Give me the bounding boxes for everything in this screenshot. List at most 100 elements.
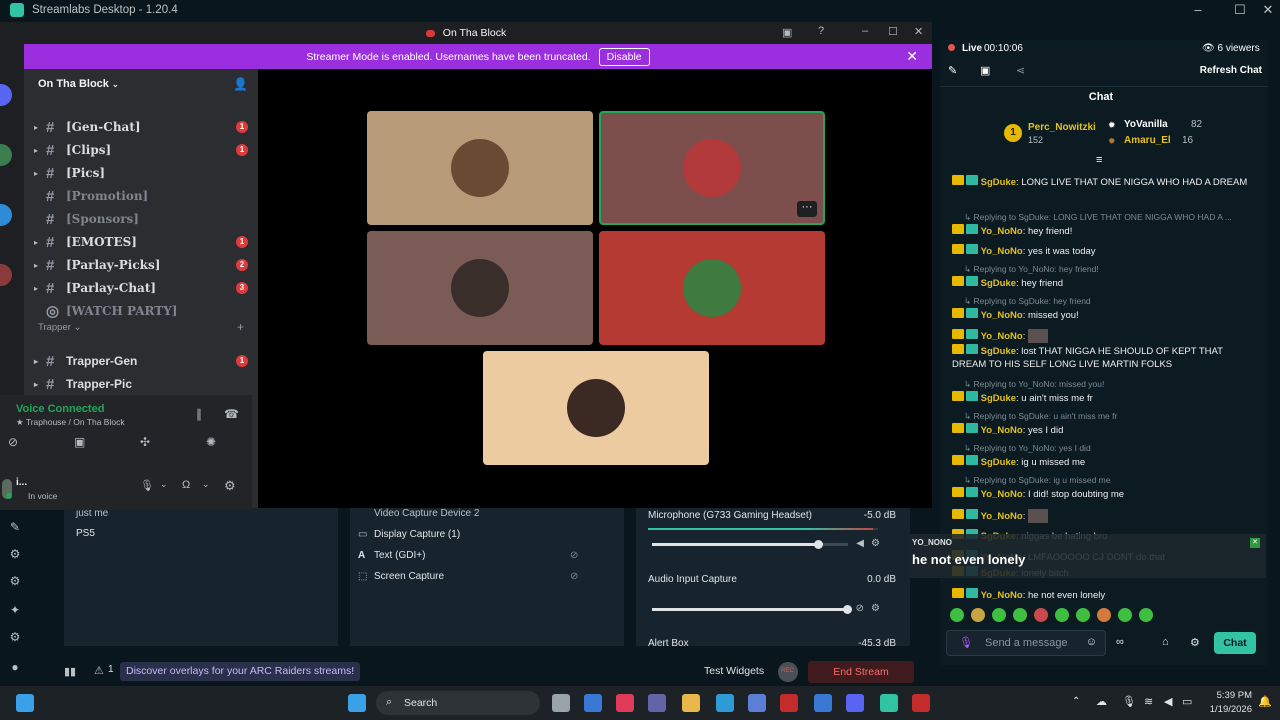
settings-icon[interactable]: ⚙ [1190,636,1200,649]
emote-icon[interactable] [971,608,985,622]
emote-icon[interactable] [1013,608,1027,622]
gear-icon[interactable]: ⚙ [871,603,880,614]
store-icon[interactable] [748,694,766,712]
notifications-icon[interactable]: 🔔 [1258,695,1272,708]
help-icon[interactable]: ? [818,25,824,37]
leader-name[interactable]: Amaru_El [1124,135,1171,146]
server-icon[interactable] [0,204,12,226]
warning-icon[interactable]: ⚠ [94,664,104,677]
screen-share-icon[interactable]: ▣ [782,26,792,39]
channel-item[interactable]: # [Sponsors] [34,209,139,229]
channel-item[interactable]: ▸ # Trapper-Pic [34,374,132,394]
profile-icon[interactable]: ● [8,660,22,674]
stats-icon[interactable]: ▮▮ [64,665,76,678]
chat-username[interactable]: Yo_NoNo [981,425,1023,436]
server-icon[interactable] [0,264,12,286]
chat-username[interactable]: Yo_NoNo [981,511,1023,522]
cloud-icon[interactable]: ☁ [1096,695,1107,708]
microphone-icon[interactable]: 🎙 [959,636,973,649]
clock-time[interactable]: 5:39 PM [1206,690,1252,701]
soundwave-icon[interactable]: ∥ [196,407,202,421]
screen-share-icon[interactable]: ▣ [74,435,85,449]
channel-item[interactable]: ▸ # Trapper-Gen 1 [34,351,248,371]
activities-icon[interactable]: ✣ [140,435,150,449]
chevron-down-icon[interactable]: ⌄ [160,479,168,490]
robot-icon[interactable]: ▣ [980,64,990,77]
more-options-icon[interactable]: ··· [797,201,817,217]
source-item[interactable]: Screen Capture [374,571,444,582]
add-member-icon[interactable]: 👤 [233,77,248,91]
settings-icon[interactable]: ⚙ [224,478,236,494]
emote-icon[interactable] [1139,608,1153,622]
mute-icon[interactable]: ⊘ [856,603,864,614]
visibility-hidden-icon[interactable]: ⊘ [570,550,578,561]
maximize-icon[interactable]: ☐ [1226,0,1254,20]
voice-location[interactable]: ★ Traphouse / On Tha Block [16,417,125,428]
store-icon[interactable]: ⌂ [1162,636,1169,648]
chevron-down-icon[interactable]: ⌄ [202,479,210,490]
channel-item[interactable]: ▸ # [Clips] 1 [34,140,248,160]
speaker-icon[interactable]: ◀ [856,538,864,549]
emote-icon[interactable] [992,608,1006,622]
windows-start-icon[interactable] [16,694,34,712]
video-tile[interactable] [367,111,593,225]
volume-slider[interactable] [652,540,848,549]
close-banner-icon[interactable]: ✕ [906,48,918,65]
emote-icon[interactable] [1055,608,1069,622]
source-item[interactable]: Text (GDI+) [374,550,425,561]
chat-username[interactable]: Yo_NoNo [981,489,1023,500]
highlight-icon[interactable]: ✦ [8,603,22,617]
soundboard-icon[interactable]: ✺ [206,435,216,449]
video-tile[interactable] [599,231,825,345]
volume-slider[interactable] [652,605,852,614]
share-icon[interactable]: ⋖ [1016,64,1025,77]
maximize-icon[interactable]: ☐ [888,25,898,38]
channel-item[interactable]: ▸ # [Parlay-Picks] 2 [34,255,248,275]
rec-button[interactable]: REC [778,662,798,682]
chat-username[interactable]: SgDuke [981,457,1016,468]
source-item[interactable]: Video Capture Device 2 [374,508,479,519]
refresh-chat-button[interactable]: Refresh Chat [1200,65,1262,76]
chat-username[interactable]: SgDuke [981,393,1016,404]
chat-username[interactable]: Yo_NoNo [981,226,1023,237]
themes-icon[interactable]: ✎ [8,520,22,534]
emote-icon[interactable] [1097,608,1111,622]
file-explorer-icon[interactable] [682,694,700,712]
close-icon[interactable]: ✕ [914,25,923,38]
source-item[interactable]: Display Capture (1) [374,529,460,540]
close-icon[interactable]: ✕ [1250,538,1260,548]
video-tile[interactable] [367,231,593,345]
teams-icon[interactable] [648,694,666,712]
chat-username[interactable]: Yo_NoNo [981,310,1023,321]
copilot-icon[interactable] [584,694,602,712]
emote-icon[interactable] [1034,608,1048,622]
chat-input[interactable]: 🎙 Send a message ☺ [946,630,1106,656]
task-view-icon[interactable] [552,694,570,712]
end-stream-button[interactable]: End Stream [808,661,914,683]
taskbar-search[interactable]: ⌕ Search [376,691,540,715]
test-widgets-button[interactable]: Test Widgets [704,665,764,677]
disable-button[interactable]: Disable [598,47,650,66]
channel-item[interactable]: # [Promotion] [34,186,148,206]
streamlabs-icon[interactable] [880,694,898,712]
chat-send-button[interactable]: Chat [1214,632,1256,654]
visibility-hidden-icon[interactable]: ⊘ [570,571,578,582]
video-tile[interactable]: ··· [599,111,825,225]
add-channel-icon[interactable]: + [237,320,244,334]
scene-item[interactable]: PS5 [76,528,95,539]
app-icon[interactable] [814,694,832,712]
channel-item[interactable]: ▸ # [EMOTES] 1 [34,232,248,252]
gear-icon[interactable]: ⚙ [871,538,880,549]
app-icon[interactable] [780,694,798,712]
server-icon[interactable] [0,144,12,166]
minimize-icon[interactable]: – [862,25,868,37]
leader-name[interactable]: Perc_Nowitzki [1028,122,1096,133]
headphones-icon[interactable]: Ω [182,479,190,491]
points-icon[interactable]: ∞ [1116,636,1124,648]
camera-off-icon[interactable]: ⊘ [8,435,18,449]
close-icon[interactable]: ✕ [1254,0,1280,20]
chat-username[interactable]: Yo_NoNo [981,331,1023,342]
filter-icon[interactable]: ≡ [1096,154,1102,166]
channel-item[interactable]: ▸ # [Pics] [34,163,105,183]
chevron-up-icon[interactable]: ⌃ [1072,696,1080,707]
